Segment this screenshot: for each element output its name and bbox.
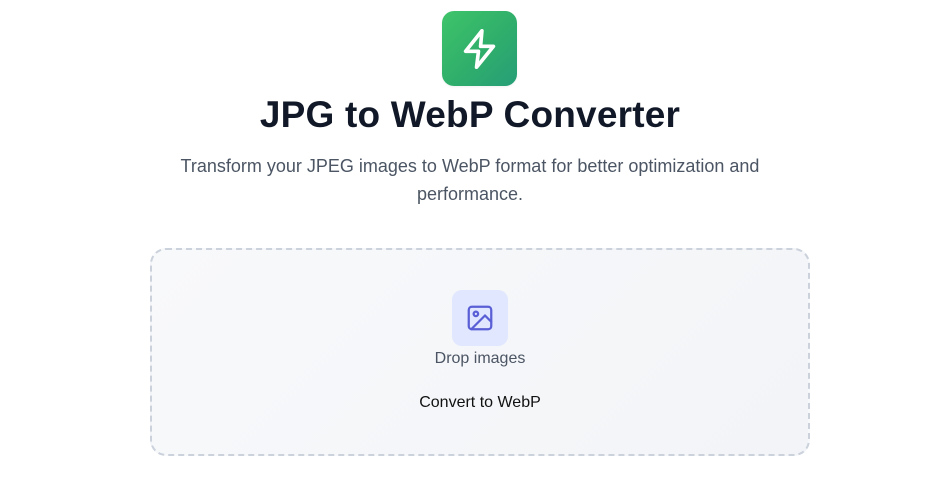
page-title: JPG to WebP Converter <box>259 94 681 135</box>
drop-images-label: Drop images <box>434 350 526 367</box>
image-dropzone[interactable]: Drop images Convert to WebP <box>150 248 810 456</box>
convert-to-webp-button[interactable]: Convert to WebP <box>400 391 560 415</box>
page-subtitle: Transform your JPEG images to WebP forma… <box>180 156 760 204</box>
app-logo <box>442 11 517 86</box>
converter-page: JPG to WebP Converter Transform your JPE… <box>0 0 940 477</box>
image-icon <box>467 305 493 331</box>
lightning-bolt-icon <box>463 28 495 69</box>
image-icon-tile <box>452 290 508 346</box>
